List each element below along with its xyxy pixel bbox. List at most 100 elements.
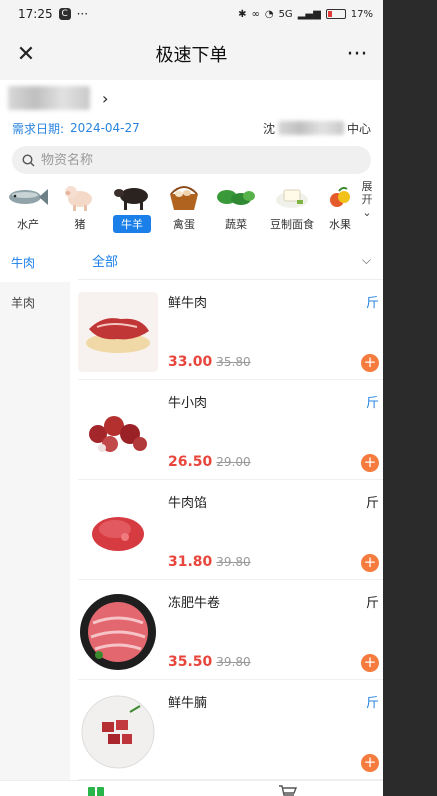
product-original-price: 35.80: [216, 355, 251, 369]
chevron-down-icon: ⌵: [361, 253, 371, 267]
product-name: 牛肉馅: [168, 496, 208, 511]
add-to-cart-button[interactable]: +: [361, 754, 379, 772]
product-image-minced-beef: [78, 492, 158, 572]
center-suffix: 中心: [346, 121, 371, 136]
battery-icon: [325, 9, 346, 19]
product-price: 35.50: [168, 654, 213, 670]
cow-icon: [110, 182, 154, 212]
date-value[interactable]: 2024-04-27: [70, 121, 140, 135]
product-unit[interactable]: 斤: [366, 392, 379, 411]
link-icon: ∞: [251, 8, 260, 20]
product-unit[interactable]: 斤: [366, 592, 379, 611]
signal-bars-icon: ▂▄▆: [297, 8, 321, 20]
add-to-cart-button[interactable]: +: [361, 354, 379, 372]
sidebar-item-lamb[interactable]: 羊肉: [0, 282, 70, 322]
status-time: 17:25: [18, 7, 53, 21]
product-area: 牛肉 羊肉 全部 ⌵ 鲜牛肉 斤 33.00 35.80 + 牛小肉 斤 26.…: [0, 242, 383, 782]
product-original-price: 39.80: [216, 655, 251, 669]
product-unit[interactable]: 斤: [366, 492, 379, 511]
category-label: 豆制面食: [270, 218, 314, 231]
order-info-row: 需求日期: 2024-04-27 沈 中心: [0, 116, 383, 140]
nav-bar: ✕ 极速下单 ···: [0, 28, 383, 80]
cart-icon[interactable]: [278, 785, 298, 796]
category-beef-lamb[interactable]: 牛羊: [106, 182, 158, 233]
status-bar: 17:25 C ··· ✱ ∞ ◔ 5G ▂▄▆ 17%: [0, 0, 383, 28]
category-label: 猪: [74, 218, 86, 231]
search-bar[interactable]: [12, 146, 371, 174]
subcategory-sidebar: 牛肉 羊肉: [0, 242, 70, 782]
category-poultry-eggs[interactable]: 禽蛋: [158, 182, 210, 233]
date-label: 需求日期:: [12, 121, 65, 136]
page-title: 极速下单: [155, 45, 228, 66]
tofu-icon: [270, 182, 314, 212]
add-to-cart-button[interactable]: +: [361, 654, 379, 672]
category-label: 牛羊: [113, 215, 151, 233]
chevron-down-icon: ⌄: [362, 206, 372, 219]
pig-icon: [58, 182, 102, 212]
bluetooth-icon: ✱: [238, 8, 247, 20]
order-content: › 需求日期: 2024-04-27 沈 中心 物资名称 水产 猪 牛羊 禽蛋 …: [0, 80, 383, 782]
more-options-icon[interactable]: ···: [345, 42, 369, 67]
home-grid-icon[interactable]: [88, 787, 104, 796]
filter-label: 全部: [92, 255, 119, 270]
list-item[interactable]: 鲜牛腩 斤 +: [78, 680, 383, 780]
category-label: 蔬菜: [225, 218, 247, 231]
product-name: 鲜牛腩: [168, 696, 208, 711]
product-original-price: 29.00: [216, 455, 251, 469]
egg-basket-icon: [162, 182, 206, 212]
product-image-beef: [78, 292, 158, 372]
close-icon[interactable]: ✕: [14, 42, 38, 67]
delivery-center[interactable]: 沈 中心: [263, 120, 371, 137]
category-bar: 水产 猪 牛羊 禽蛋 蔬菜 豆制面食 水果 展 开 ⌄: [0, 178, 383, 242]
category-seafood[interactable]: 水产: [2, 182, 54, 233]
filter-dropdown[interactable]: 全部 ⌵: [78, 242, 383, 280]
list-item[interactable]: 鲜牛肉 斤 33.00 35.80 +: [78, 280, 383, 380]
list-item[interactable]: 冻肥牛卷 斤 35.50 39.80 +: [78, 580, 383, 680]
search-icon: [22, 153, 35, 166]
status-more-dots: ···: [76, 7, 89, 21]
product-price: 33.00: [168, 354, 213, 370]
expand-categories-button[interactable]: 展 开 ⌄: [359, 180, 375, 219]
bottom-tab-bar: [0, 780, 383, 796]
expand-label-1: 展: [361, 180, 373, 193]
add-to-cart-button[interactable]: +: [361, 454, 379, 472]
product-name: 牛小肉: [168, 396, 208, 411]
product-name: 冻肥牛卷: [168, 596, 221, 611]
vegetable-icon: [214, 182, 258, 212]
app-badge-icon: C: [58, 8, 71, 20]
category-fruit[interactable]: 水果: [322, 182, 358, 233]
product-unit[interactable]: 斤: [366, 292, 379, 311]
category-pork[interactable]: 猪: [54, 182, 106, 233]
product-original-price: 39.80: [216, 555, 251, 569]
product-name: 鲜牛肉: [168, 296, 208, 311]
product-image-beef-chunks: [78, 392, 158, 472]
phone-screen: 17:25 C ··· ✱ ∞ ◔ 5G ▂▄▆ 17% ✕ 极速下单 ··· …: [0, 0, 383, 796]
category-label: 水产: [17, 218, 39, 231]
add-to-cart-button[interactable]: +: [361, 554, 379, 572]
wifi-icon: ◔: [264, 8, 274, 20]
product-price: 26.50: [168, 454, 213, 470]
fruit-icon: [325, 182, 355, 212]
category-label: 禽蛋: [173, 218, 195, 231]
supplier-selector[interactable]: ›: [0, 80, 383, 116]
product-unit[interactable]: 斤: [366, 692, 379, 711]
chevron-right-icon: ›: [102, 88, 109, 108]
redacted-supplier-name: [8, 86, 90, 110]
product-list: 全部 ⌵ 鲜牛肉 斤 33.00 35.80 + 牛小肉 斤 26.50 29.…: [70, 242, 383, 782]
category-vegetables[interactable]: 蔬菜: [210, 182, 262, 233]
product-price: 31.80: [168, 554, 213, 570]
fish-icon: [6, 182, 50, 212]
sidebar-item-beef[interactable]: 牛肉: [0, 242, 70, 282]
category-label: 水果: [329, 218, 351, 231]
list-item[interactable]: 牛小肉 斤 26.50 29.00 +: [78, 380, 383, 480]
category-tofu-noodles[interactable]: 豆制面食: [262, 182, 322, 233]
search-input[interactable]: [41, 152, 321, 168]
redacted-center-name: [277, 121, 344, 135]
expand-label-2: 开: [361, 193, 373, 206]
product-image-beef-brisket: [78, 692, 158, 772]
product-image-beef-rolls: [78, 592, 158, 672]
battery-level: 17%: [350, 8, 373, 20]
list-item[interactable]: 牛肉馅 斤 31.80 39.80 +: [78, 480, 383, 580]
center-prefix: 沈: [262, 121, 275, 136]
signal-label: 5G: [278, 8, 293, 20]
